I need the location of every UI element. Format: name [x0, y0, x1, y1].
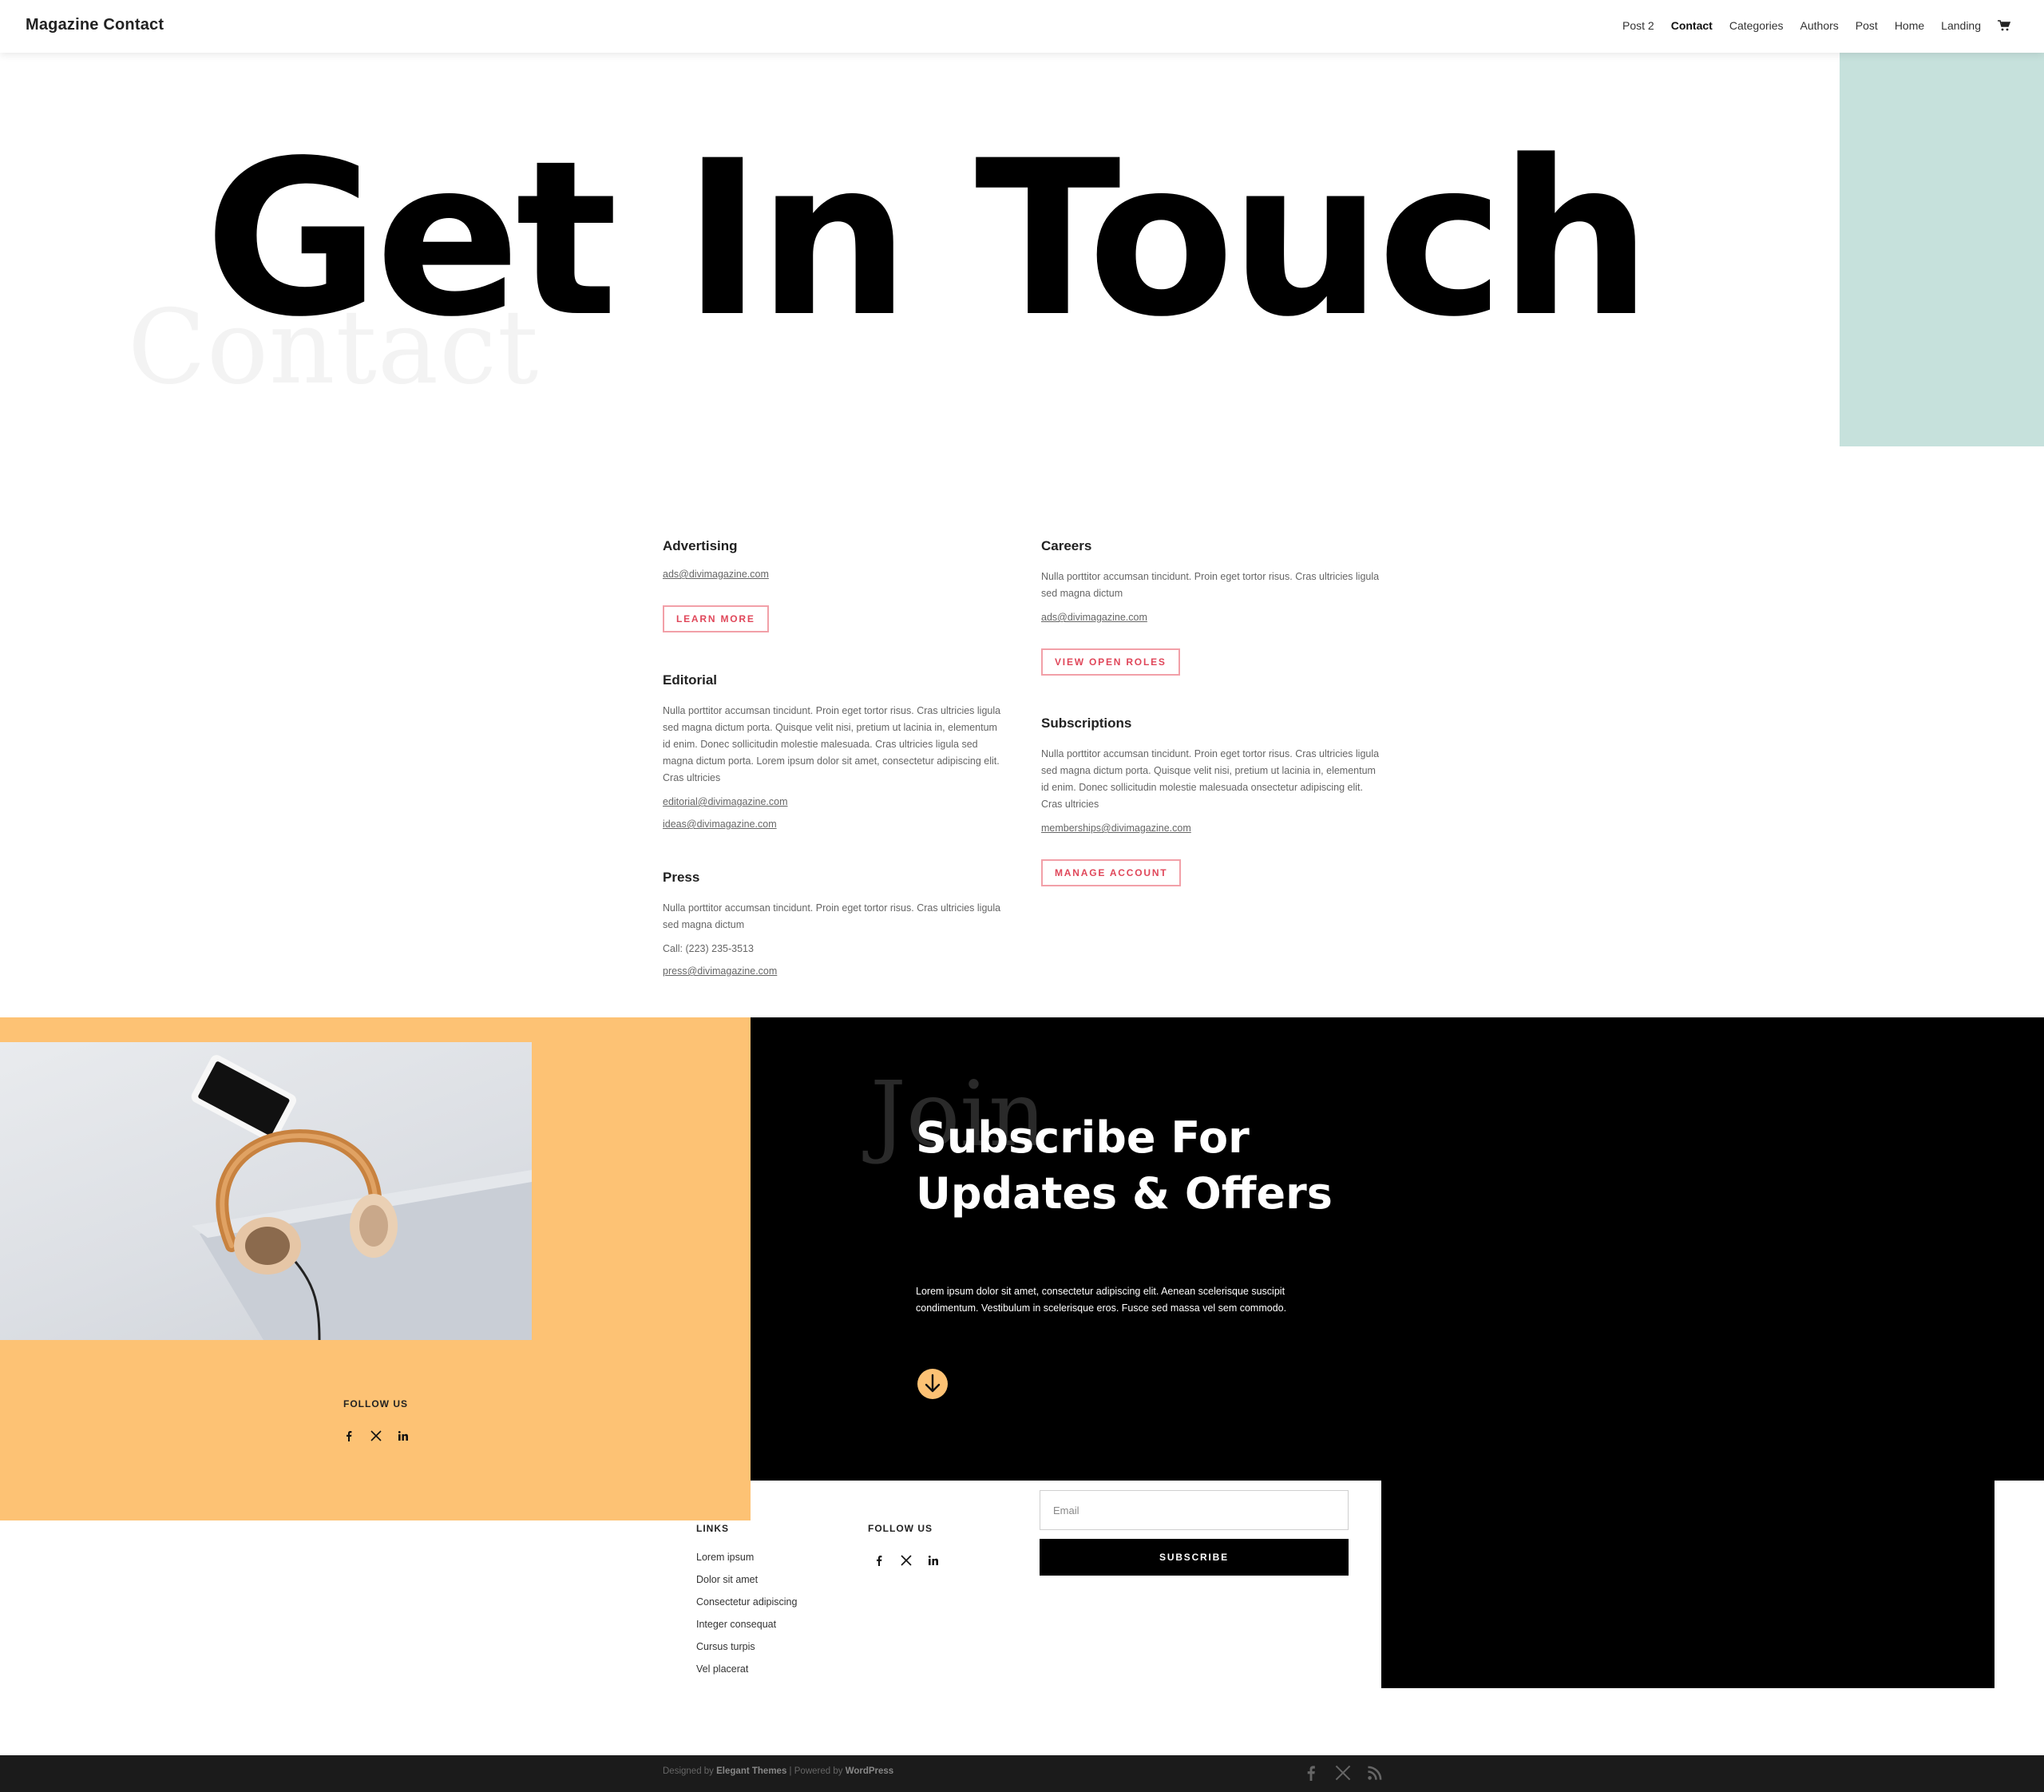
editorial-heading: Editorial	[663, 672, 718, 688]
nav-item-categories[interactable]: Categories	[1729, 19, 1784, 32]
footer-link[interactable]: Cursus turpis	[696, 1639, 797, 1661]
headphones-photo	[0, 1042, 532, 1340]
subscribe-text: Lorem ipsum dolor sit amet, consectetur …	[916, 1286, 1287, 1314]
press-section: Press Nulla porttitor accumsan tincidunt…	[663, 870, 1006, 977]
site-header: Magazine Contact Post 2 Contact Categori…	[0, 0, 2044, 53]
bottom-bar	[0, 1755, 2044, 1792]
press-text: Nulla porttitor accumsan tincidunt. Proi…	[663, 902, 1001, 930]
credits-separator: |	[789, 1766, 792, 1776]
email-input[interactable]	[1040, 1490, 1349, 1530]
subscribe-title: Subscribe For Updates & Offers	[916, 1112, 1333, 1219]
subscriptions-section: Subscriptions Nulla porttitor accumsan t…	[1041, 716, 1384, 886]
advertising-email-link[interactable]: ads@divimagazine.com	[663, 569, 1006, 580]
x-icon[interactable]	[901, 1555, 912, 1566]
careers-text: Nulla porttitor accumsan tincidunt. Proi…	[1041, 571, 1380, 599]
subscribe-button[interactable]: SUBSCRIBE	[1040, 1539, 1349, 1576]
bottom-social-links	[1303, 1765, 1383, 1781]
facebook-icon[interactable]	[1303, 1765, 1319, 1781]
ideas-email-link[interactable]: ideas@divimagazine.com	[663, 819, 1006, 830]
careers-email-link[interactable]: ads@divimagazine.com	[1041, 612, 1384, 623]
x-icon[interactable]	[370, 1430, 382, 1441]
press-heading: Press	[663, 870, 700, 885]
editorial-text: Nulla porttitor accumsan tincidunt. Proi…	[663, 705, 1001, 783]
footer-links-label: LINKS	[696, 1523, 729, 1534]
credits-powered-by: Powered by	[794, 1766, 843, 1776]
advertising-heading: Advertising	[663, 538, 738, 553]
footer-black-block	[1381, 1481, 1994, 1688]
headphones-illustration	[191, 1055, 532, 1340]
nav-item-post-2[interactable]: Post 2	[1622, 19, 1654, 32]
cart-icon[interactable]	[1998, 20, 2010, 31]
nav-item-contact[interactable]: Contact	[1671, 19, 1713, 32]
footer-credits: Designed by Elegant Themes | Powered by …	[663, 1766, 893, 1776]
rss-icon[interactable]	[1367, 1765, 1383, 1781]
page-title: Get In Touch	[204, 115, 1652, 364]
nav-item-home[interactable]: Home	[1895, 19, 1924, 32]
careers-section: Careers Nulla porttitor accumsan tincidu…	[1041, 538, 1384, 676]
nav-item-post[interactable]: Post	[1856, 19, 1878, 32]
linkedin-icon[interactable]	[928, 1555, 939, 1566]
subscriptions-text: Nulla porttitor accumsan tincidunt. Proi…	[1041, 748, 1380, 810]
facebook-icon[interactable]	[873, 1555, 885, 1566]
wordpress-link[interactable]: WordPress	[846, 1766, 894, 1776]
editorial-email-link[interactable]: editorial@divimagazine.com	[663, 796, 1006, 807]
contact-column-right: Careers Nulla porttitor accumsan tincidu…	[1041, 538, 1384, 926]
subscriptions-heading: Subscriptions	[1041, 716, 1132, 731]
footer-follow-us-label: FOLLOW US	[868, 1523, 933, 1534]
hero-accent-block	[1840, 53, 2044, 446]
footer-links-list: Lorem ipsum Dolor sit amet Consectetur a…	[696, 1549, 797, 1683]
press-email-link[interactable]: press@divimagazine.com	[663, 965, 1006, 977]
linkedin-icon[interactable]	[398, 1430, 409, 1441]
manage-account-button[interactable]: MANAGE ACCOUNT	[1041, 859, 1182, 886]
nav-item-landing[interactable]: Landing	[1941, 19, 1981, 32]
footer-link[interactable]: Vel placerat	[696, 1661, 797, 1683]
follow-us-label: FOLLOW US	[343, 1398, 408, 1409]
nav-item-authors[interactable]: Authors	[1800, 19, 1839, 32]
credits-designed-by: Designed by	[663, 1766, 714, 1776]
learn-more-button[interactable]: LEARN MORE	[663, 605, 769, 632]
view-open-roles-button[interactable]: VIEW OPEN ROLES	[1041, 648, 1180, 676]
contact-column-left: Advertising ads@divimagazine.com LEARN M…	[663, 538, 1006, 1017]
arrow-down-circle-icon[interactable]	[917, 1368, 949, 1400]
social-links	[343, 1430, 409, 1441]
footer-social-links	[873, 1555, 939, 1566]
footer-link[interactable]: Dolor sit amet	[696, 1572, 797, 1594]
careers-heading: Careers	[1041, 538, 1092, 553]
footer-link[interactable]: Consectetur adipiscing	[696, 1594, 797, 1616]
x-icon[interactable]	[1335, 1765, 1351, 1781]
advertising-section: Advertising ads@divimagazine.com LEARN M…	[663, 538, 1006, 632]
memberships-email-link[interactable]: memberships@divimagazine.com	[1041, 823, 1384, 834]
elegant-themes-link[interactable]: Elegant Themes	[716, 1766, 786, 1776]
facebook-icon[interactable]	[343, 1430, 355, 1441]
main-nav: Post 2 Contact Categories Authors Post H…	[1622, 19, 2010, 32]
footer-link[interactable]: Integer consequat	[696, 1616, 797, 1639]
press-phone: Call: (223) 235-3513	[663, 943, 754, 954]
footer-link[interactable]: Lorem ipsum	[696, 1549, 797, 1572]
site-title[interactable]: Magazine Contact	[26, 16, 164, 34]
editorial-section: Editorial Nulla porttitor accumsan tinci…	[663, 672, 1006, 830]
